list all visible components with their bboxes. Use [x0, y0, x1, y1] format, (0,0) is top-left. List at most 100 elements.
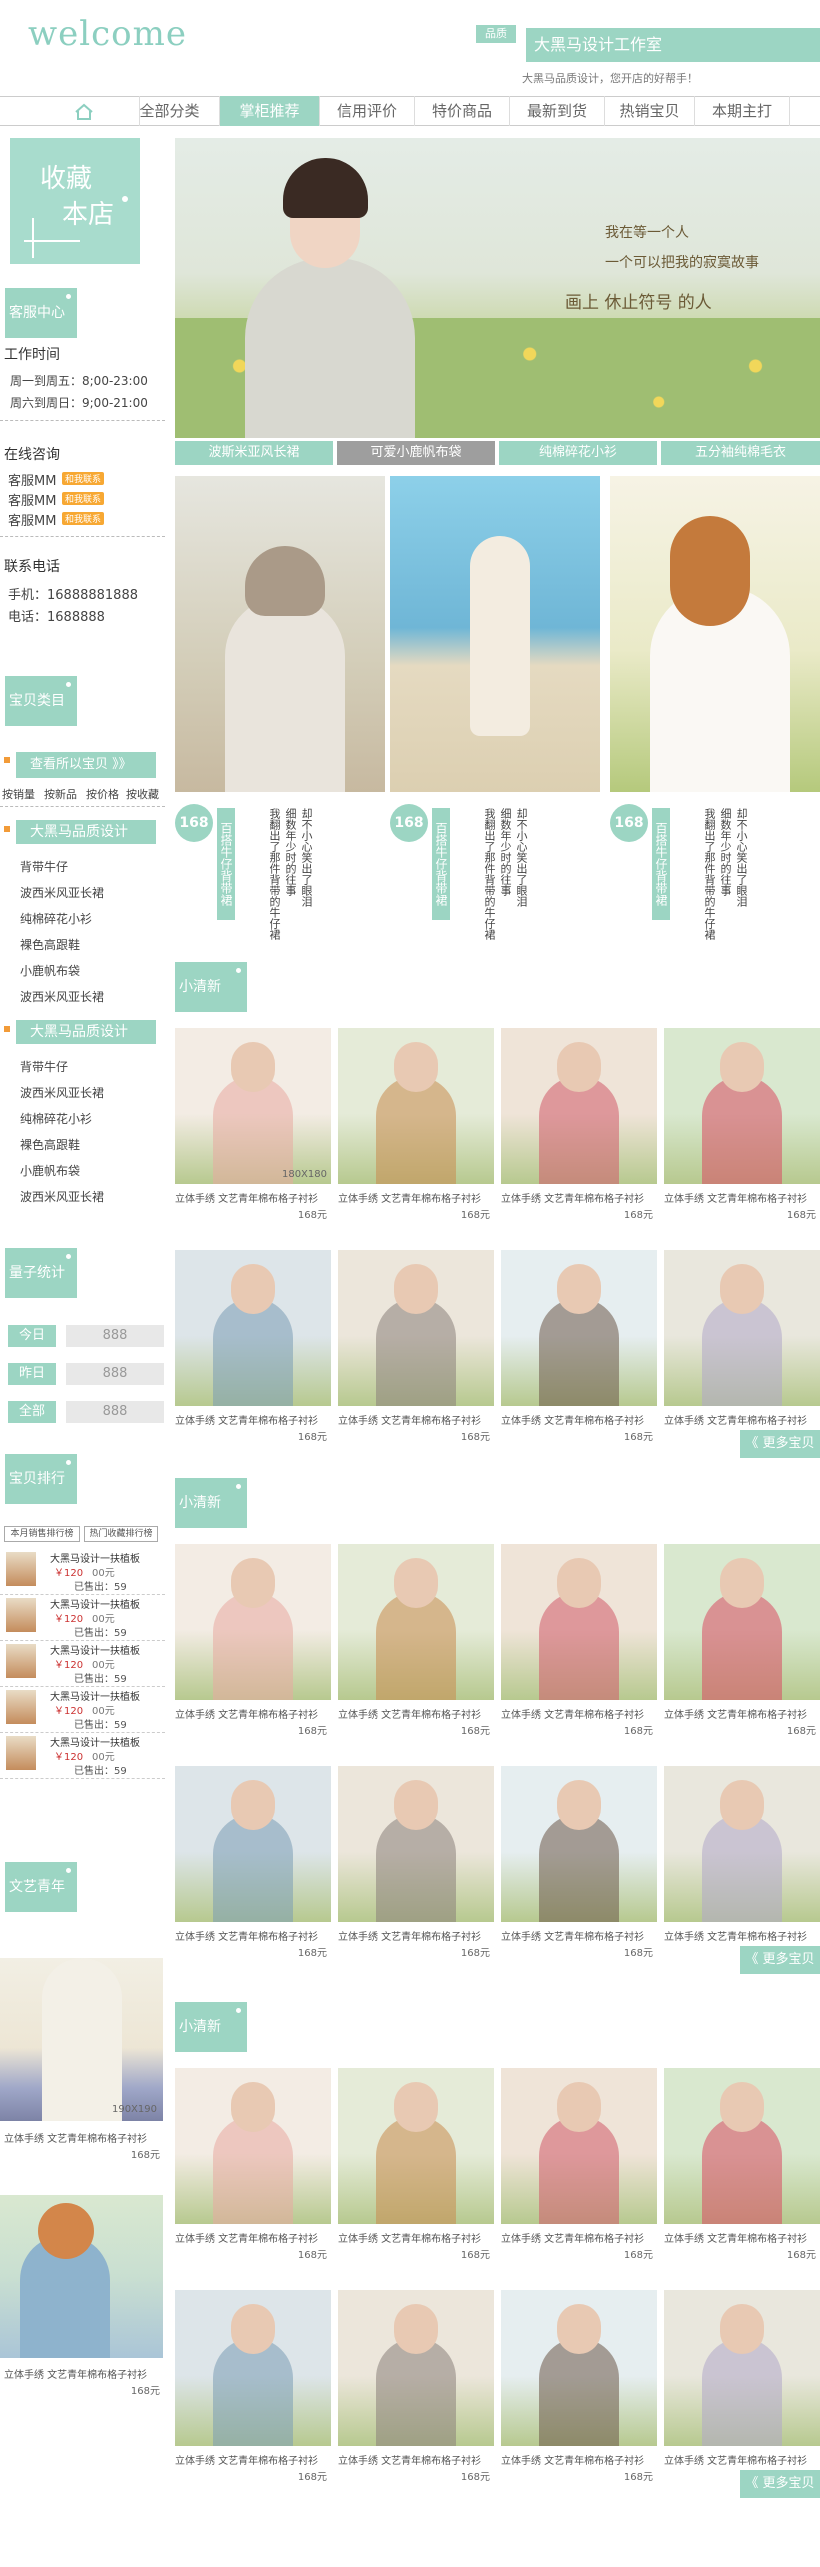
- rank-thumb[interactable]: [6, 1552, 36, 1586]
- hero-banner[interactable]: 我在等一个人 一个可以把我的寂寞故事 画上 休止符号 的人: [175, 138, 820, 438]
- product-image[interactable]: [338, 1250, 494, 1406]
- product-image[interactable]: 180X180: [175, 1028, 331, 1184]
- product-caption[interactable]: 立体手绣 文艺青年棉布格子衬衫: [501, 2452, 644, 2467]
- nav-all-categories[interactable]: 全部分类: [120, 96, 220, 126]
- product-image[interactable]: [501, 1028, 657, 1184]
- youth-product-image[interactable]: 190X190: [0, 1958, 163, 2121]
- rank-item-name[interactable]: 大黑马设计一扶植板: [50, 1690, 140, 1705]
- category-link[interactable]: 波西米风亚长裙: [20, 884, 104, 901]
- category-link[interactable]: 纯棉碎花小衫: [20, 910, 92, 927]
- product-image[interactable]: [664, 1544, 820, 1700]
- featured-image[interactable]: [610, 476, 820, 792]
- product-image[interactable]: [338, 1028, 494, 1184]
- youth-tab[interactable]: 文艺青年: [5, 1862, 77, 1912]
- chat-badge[interactable]: 和我联系: [62, 512, 105, 525]
- product-caption[interactable]: 立体手绣 文艺青年棉布格子衬衫: [175, 1412, 318, 1427]
- sort-sales-link[interactable]: 按销量: [2, 786, 35, 802]
- rank-item-name[interactable]: 大黑马设计一扶植板: [50, 1598, 140, 1613]
- category-link[interactable]: 纯棉碎花小衫: [20, 1110, 92, 1127]
- banner-tab[interactable]: 纯棉碎花小衫: [499, 441, 657, 465]
- banner-tab[interactable]: 可爱小鹿帆布袋: [337, 441, 495, 465]
- product-image[interactable]: [501, 1250, 657, 1406]
- product-image[interactable]: [175, 1544, 331, 1700]
- category-link[interactable]: 背带牛仔: [20, 1058, 68, 1075]
- section-tab[interactable]: 小清新: [175, 1478, 247, 1528]
- category-group-title[interactable]: 大黑马品质设计: [16, 1020, 156, 1044]
- rank-item-name[interactable]: 大黑马设计一扶植板: [50, 1552, 140, 1567]
- rank-tab-monthly[interactable]: 本月销售排行榜: [4, 1526, 80, 1542]
- category-link[interactable]: 小鹿帆布袋: [20, 1162, 80, 1179]
- nav-special[interactable]: 特价商品: [415, 96, 510, 126]
- product-image[interactable]: [501, 1544, 657, 1700]
- rank-thumb[interactable]: [6, 1598, 36, 1632]
- product-caption[interactable]: 立体手绣 文艺青年棉布格子衬衫: [501, 2230, 644, 2245]
- category-link[interactable]: 小鹿帆布袋: [20, 962, 80, 979]
- sort-price-link[interactable]: 按价格: [86, 786, 119, 802]
- product-caption[interactable]: 立体手绣 文艺青年棉布格子衬衫: [4, 2366, 147, 2381]
- view-all-button[interactable]: 查看所以宝贝 》》: [16, 752, 156, 778]
- product-image[interactable]: [664, 2290, 820, 2446]
- nav-reviews[interactable]: 信用评价: [320, 96, 415, 126]
- product-caption[interactable]: 立体手绣 文艺青年棉布格子衬衫: [338, 1412, 481, 1427]
- product-caption[interactable]: 立体手绣 文艺青年棉布格子衬衫: [501, 1190, 644, 1205]
- youth-product-image[interactable]: [0, 2195, 163, 2358]
- product-image[interactable]: [664, 1250, 820, 1406]
- product-image[interactable]: [501, 1766, 657, 1922]
- product-image[interactable]: [175, 2068, 331, 2224]
- chat-badge[interactable]: 和我联系: [62, 472, 105, 485]
- nav-hot[interactable]: 热销宝贝: [605, 96, 695, 126]
- category-link[interactable]: 波西米风亚长裙: [20, 988, 104, 1005]
- section-tab[interactable]: 小清新: [175, 962, 247, 1012]
- service-center-tab[interactable]: 客服中心: [5, 288, 77, 338]
- category-group-title[interactable]: 大黑马品质设计: [16, 820, 156, 844]
- stats-tab[interactable]: 量子统计: [5, 1248, 77, 1298]
- product-image[interactable]: [338, 2290, 494, 2446]
- banner-tab[interactable]: 波斯米亚风长裙: [175, 441, 333, 465]
- section-tab[interactable]: 小清新: [175, 2002, 247, 2052]
- featured-image[interactable]: [390, 476, 600, 792]
- more-button[interactable]: 《 更多宝贝: [740, 2470, 820, 2498]
- product-caption[interactable]: 立体手绣 文艺青年棉布格子衬衫: [664, 1190, 807, 1205]
- product-caption[interactable]: 立体手绣 文艺青年棉布格子衬衫: [338, 1190, 481, 1205]
- rank-tab-favorite[interactable]: 热门收藏排行榜: [84, 1526, 158, 1542]
- banner-tab[interactable]: 五分袖纯棉毛衣: [661, 441, 820, 465]
- product-caption[interactable]: 立体手绣 文艺青年棉布格子衬衫: [175, 2452, 318, 2467]
- rank-tab[interactable]: 宝贝排行榜: [5, 1454, 77, 1537]
- logo[interactable]: welcome: [28, 14, 187, 54]
- collect-shop-button[interactable]: 收藏 本店: [10, 138, 140, 264]
- product-caption[interactable]: 立体手绣 文艺青年棉布格子衬衫: [501, 1928, 644, 1943]
- product-image[interactable]: [175, 1766, 331, 1922]
- rank-thumb[interactable]: [6, 1644, 36, 1678]
- product-image[interactable]: [175, 2290, 331, 2446]
- rank-item-name[interactable]: 大黑马设计一扶植板: [50, 1736, 140, 1751]
- product-caption[interactable]: 立体手绣 文艺青年棉布格子衬衫: [338, 1706, 481, 1721]
- product-caption[interactable]: 立体手绣 文艺青年棉布格子衬衫: [664, 1706, 807, 1721]
- product-caption[interactable]: 立体手绣 文艺青年棉布格子衬衫: [4, 2130, 147, 2145]
- product-caption[interactable]: 立体手绣 文艺青年棉布格子衬衫: [664, 2230, 807, 2245]
- category-link[interactable]: 背带牛仔: [20, 858, 68, 875]
- product-caption[interactable]: 立体手绣 文艺青年棉布格子衬衫: [664, 1928, 807, 1943]
- product-caption[interactable]: 立体手绣 文艺青年棉布格子衬衫: [501, 1412, 644, 1427]
- product-image[interactable]: [338, 2068, 494, 2224]
- product-image[interactable]: [664, 2068, 820, 2224]
- product-image[interactable]: [175, 1250, 331, 1406]
- product-image[interactable]: [664, 1028, 820, 1184]
- sort-new-link[interactable]: 按新品: [44, 786, 77, 802]
- product-caption[interactable]: 立体手绣 文艺青年棉布格子衬衫: [175, 2230, 318, 2245]
- nav-feature[interactable]: 本期主打: [695, 96, 790, 126]
- product-image[interactable]: [501, 2068, 657, 2224]
- chat-badge[interactable]: 和我联系: [62, 492, 105, 505]
- product-caption[interactable]: 立体手绣 文艺青年棉布格子衬衫: [664, 2452, 807, 2467]
- product-caption[interactable]: 立体手绣 文艺青年棉布格子衬衫: [175, 1190, 318, 1205]
- category-link[interactable]: 裸色高跟鞋: [20, 936, 80, 953]
- product-caption[interactable]: 立体手绣 文艺青年棉布格子衬衫: [338, 2452, 481, 2467]
- category-link[interactable]: 裸色高跟鞋: [20, 1136, 80, 1153]
- sort-fav-link[interactable]: 按收藏: [126, 786, 159, 802]
- category-tab[interactable]: 宝贝类目: [5, 676, 77, 726]
- nav-recommend[interactable]: 掌柜推荐: [220, 96, 320, 126]
- product-caption[interactable]: 立体手绣 文艺青年棉布格子衬衫: [175, 1928, 318, 1943]
- rank-thumb[interactable]: [6, 1690, 36, 1724]
- more-button[interactable]: 《 更多宝贝: [740, 1946, 820, 1974]
- product-caption[interactable]: 立体手绣 文艺青年棉布格子衬衫: [338, 1928, 481, 1943]
- product-caption[interactable]: 立体手绣 文艺青年棉布格子衬衫: [501, 1706, 644, 1721]
